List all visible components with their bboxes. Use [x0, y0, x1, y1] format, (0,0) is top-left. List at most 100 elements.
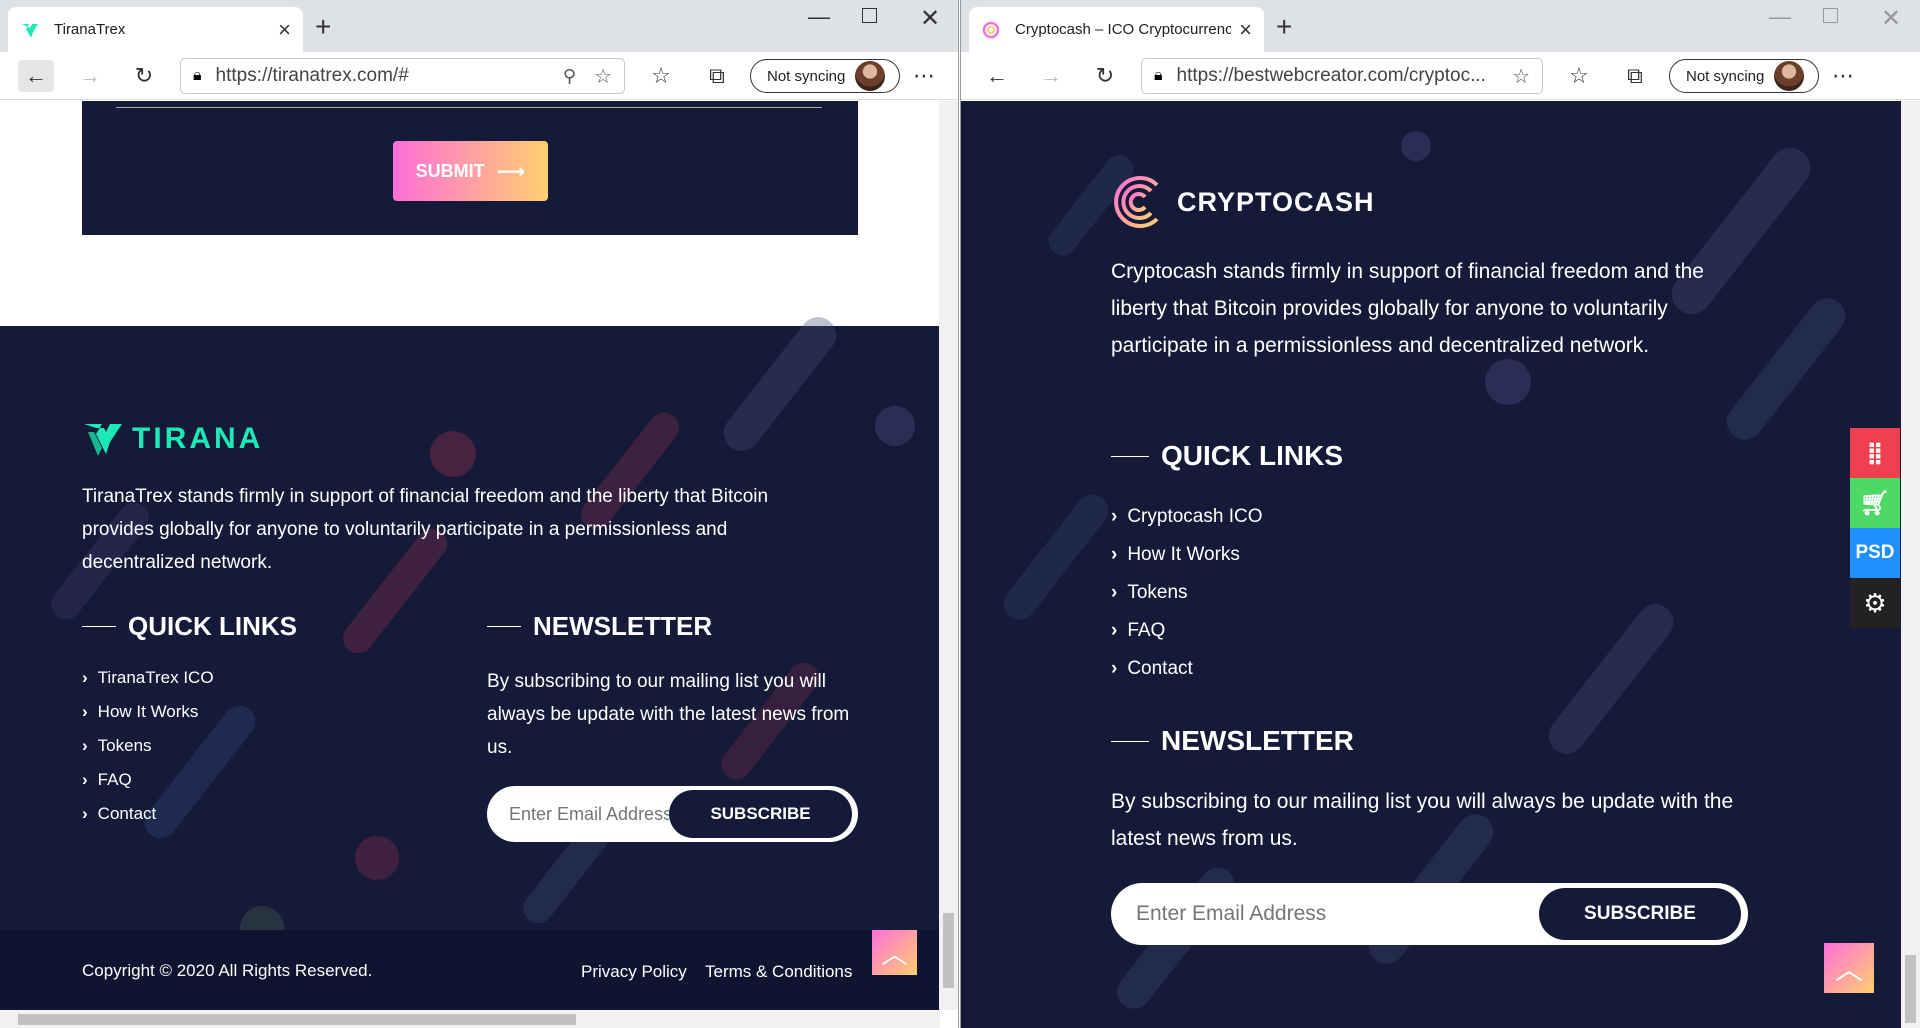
more-menu-icon[interactable]: ⋯ [1825, 60, 1861, 92]
forward-icon[interactable]: → [1033, 60, 1069, 92]
psd-button[interactable]: PSD [1850, 528, 1900, 578]
newsletter-heading-text: NEWSLETTER [1161, 725, 1354, 756]
quick-link-tokens[interactable]: › Tokens [1111, 574, 1262, 612]
sync-label: Not syncing [767, 67, 846, 85]
link-label: Tokens [97, 736, 152, 755]
profile-sync-button[interactable]: Not syncing [750, 59, 901, 93]
tab-cryptocash[interactable]: Cryptocash – ICO Cryptocurrency × [969, 7, 1264, 52]
sync-label: Not syncing [1686, 67, 1765, 85]
address-bar[interactable]: 🔒︎ https://bestwebcreator.com/cryptoc...… [1141, 58, 1543, 94]
tirana-favicon-icon [20, 20, 40, 40]
settings-button[interactable]: ⚙ [1850, 578, 1900, 628]
close-window-icon[interactable]: ✕ [920, 4, 940, 33]
quick-links-heading-text: QUICK LINKS [1161, 440, 1343, 471]
arrow-right-icon: ⟶ [496, 160, 526, 183]
page-content: CRYPTOCASH Cryptocash stands firmly in s… [961, 101, 1901, 1028]
favorite-star-icon[interactable]: ☆ [1512, 64, 1530, 89]
quick-links-heading-text: QUICK LINKS [128, 611, 297, 641]
lock-icon: 🔒︎ [193, 67, 202, 84]
link-label: FAQ [97, 770, 132, 789]
submit-button[interactable]: SUBMIT ⟶ [393, 141, 548, 201]
vertical-scrollbar[interactable] [939, 101, 958, 1010]
link-label: How It Works [97, 702, 199, 721]
refresh-icon[interactable]: ↻ [1087, 60, 1123, 92]
close-tab-icon[interactable]: × [278, 18, 291, 41]
back-to-top-button[interactable]: ︿ [872, 930, 917, 975]
minimize-icon[interactable]: — [1769, 4, 1791, 30]
collections-icon[interactable]: ⧉ [699, 60, 735, 92]
favorites-icon[interactable]: ☆ [1561, 60, 1597, 92]
newsletter-heading-text: NEWSLETTER [533, 611, 713, 641]
chevron-right-icon: › [82, 702, 88, 721]
chevron-up-icon: ︿ [1834, 954, 1863, 985]
quick-link-how-it-works[interactable]: › How It Works [1111, 536, 1262, 574]
scrollbar-thumb[interactable] [943, 913, 954, 988]
footer-bottom-bar: Copyright © 2020 All Rights Reserved. Pr… [0, 930, 940, 1010]
browser-window-right: Cryptocash – ICO Cryptocurrency × + — ✕ … [960, 0, 1920, 1028]
profile-sync-button[interactable]: Not syncing [1669, 59, 1820, 93]
tab-title: TiranaTrex [54, 21, 126, 38]
scrollbar-thumb[interactable] [1905, 955, 1916, 1023]
demos-button[interactable]: ⣿ [1850, 428, 1900, 478]
maximize-icon[interactable] [862, 8, 877, 23]
address-bar[interactable]: 🔒︎ https://tiranatrex.com/# ⚲ ☆ [180, 58, 625, 94]
collections-icon[interactable]: ⧉ [1617, 60, 1653, 92]
quick-link-how-it-works[interactable]: › How It Works [82, 695, 214, 729]
link-label: Contact [1127, 658, 1193, 679]
new-tab-icon[interactable]: + [315, 13, 331, 41]
zoom-icon[interactable]: ⚲ [563, 66, 576, 87]
email-input[interactable] [1136, 902, 1516, 926]
tab-tiranatrex[interactable]: TiranaTrex × [8, 7, 303, 52]
quick-link-contact[interactable]: › Contact [82, 797, 214, 831]
link-label: FAQ [1127, 620, 1166, 641]
chevron-right-icon: › [82, 736, 88, 755]
submit-label: SUBMIT [415, 160, 485, 181]
footer: TIRANA TiranaTrex stands firmly in suppo… [0, 309, 940, 1010]
quick-link-faq[interactable]: › FAQ [1111, 612, 1262, 650]
quick-link-tokens[interactable]: › Tokens [82, 729, 214, 763]
vertical-scrollbar[interactable] [1901, 101, 1920, 1028]
tab-bar: Cryptocash – ICO Cryptocurrency × + — ✕ [961, 0, 1920, 52]
quick-links-heading: QUICK LINKS [1111, 440, 1343, 472]
close-tab-icon[interactable]: × [1239, 18, 1252, 41]
minimize-icon[interactable]: — [808, 4, 830, 30]
newsletter-heading: NEWSLETTER [1111, 725, 1354, 757]
quick-link-ico[interactable]: › Cryptocash ICO [1111, 498, 1262, 536]
horizontal-scrollbar[interactable] [0, 1010, 940, 1028]
privacy-policy-link[interactable]: Privacy Policy [581, 962, 687, 982]
chevron-right-icon: › [1111, 658, 1118, 679]
quick-link-faq[interactable]: › FAQ [82, 763, 214, 797]
quick-link-contact[interactable]: › Contact [1111, 650, 1262, 688]
refresh-icon[interactable]: ↻ [126, 60, 162, 92]
page-content: SUBMIT ⟶ TIRANA TiranaTrex stands firmly… [0, 101, 940, 1010]
quick-link-ico[interactable]: › TiranaTrex ICO [82, 661, 214, 695]
subscribe-button[interactable]: SUBSCRIBE [669, 790, 852, 838]
copyright-text: Copyright © 2020 All Rights Reserved. [82, 961, 373, 980]
input-underline [116, 107, 822, 108]
link-label: TiranaTrex ICO [97, 668, 214, 687]
quick-links-list: › Cryptocash ICO › How It Works › Tokens › F… [1111, 498, 1262, 688]
maximize-icon[interactable] [1823, 8, 1838, 23]
h-scrollbar-thumb[interactable] [18, 1014, 576, 1025]
more-menu-icon[interactable]: ⋯ [906, 60, 942, 92]
close-window-icon[interactable]: ✕ [1881, 4, 1901, 33]
link-label: Cryptocash ICO [1127, 506, 1263, 527]
browser-window-left: TiranaTrex × + — ✕ ← → ↻ 🔒︎ https://tira… [0, 0, 959, 1028]
chevron-right-icon: › [82, 804, 88, 823]
favorite-star-icon[interactable]: ☆ [594, 64, 612, 89]
cart-button[interactable]: 🛒︎ [1850, 478, 1900, 528]
new-tab-icon[interactable]: + [1276, 13, 1292, 41]
favorites-icon[interactable]: ☆ [643, 60, 679, 92]
email-input[interactable] [509, 803, 669, 825]
back-icon[interactable]: ← [979, 60, 1015, 92]
newsletter-text: By subscribing to our mailing list you w… [487, 671, 850, 758]
link-label: How It Works [1127, 544, 1240, 565]
subscribe-button[interactable]: SUBSCRIBE [1539, 888, 1741, 940]
forward-icon[interactable]: → [72, 60, 108, 92]
back-to-top-button[interactable]: ︿ [1824, 943, 1874, 993]
chevron-right-icon: › [1111, 506, 1118, 527]
terms-link[interactable]: Terms & Conditions [705, 962, 852, 982]
back-icon[interactable]: ← [18, 60, 54, 92]
brand-name: TIRANA [132, 422, 264, 455]
link-label: Tokens [1127, 582, 1188, 603]
